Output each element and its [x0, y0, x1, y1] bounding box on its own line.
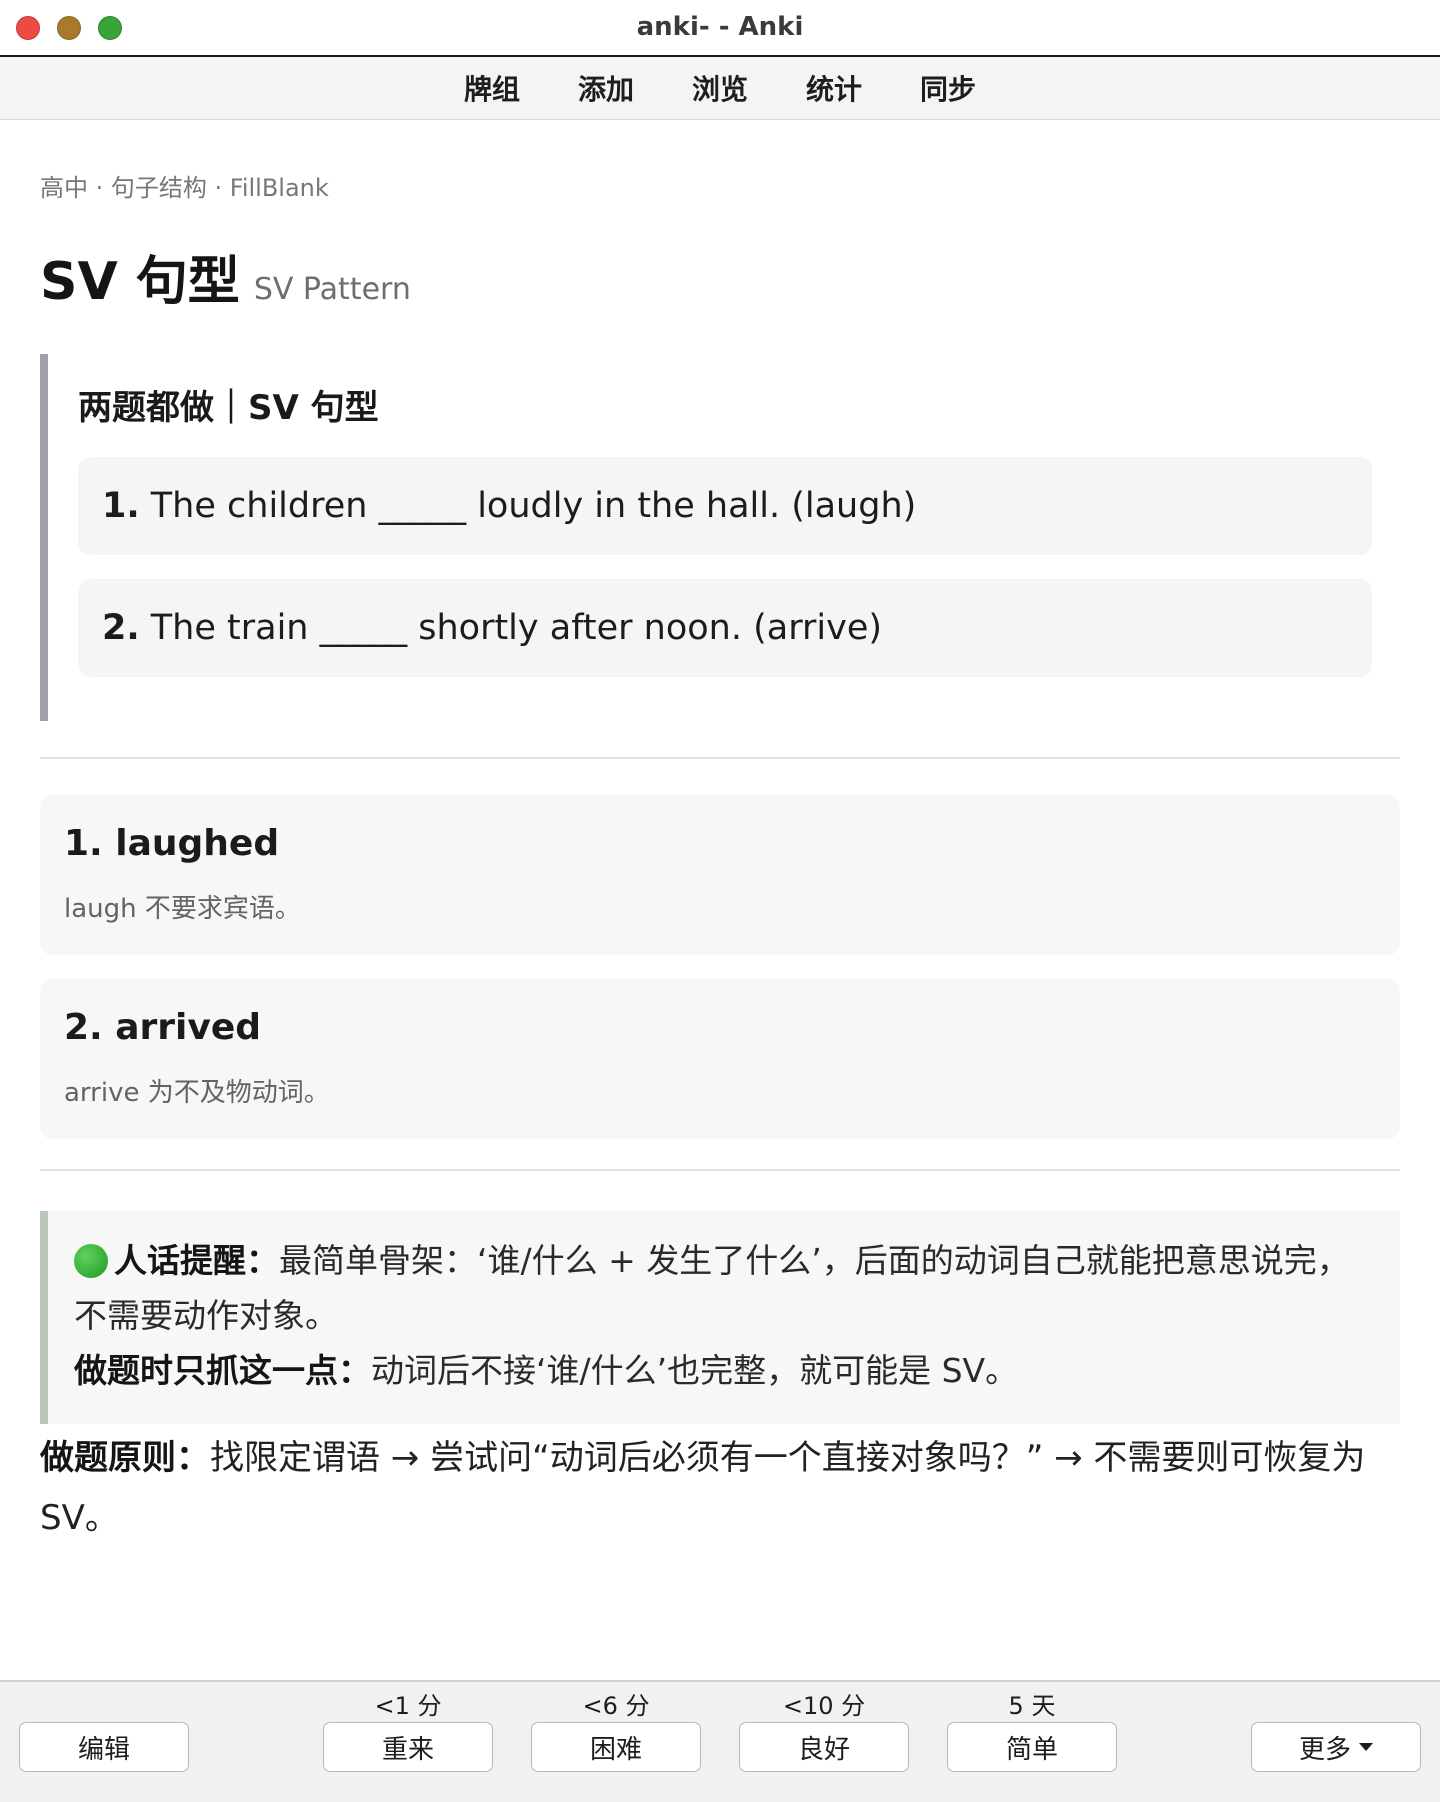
good-button-label: 良好 — [797, 1734, 850, 1765]
principle: 做题原则：找限定谓语 → 尝试问“动词后必须有一个直接对象吗？” → 不需要则可… — [40, 1428, 1400, 1548]
anki-window: anki- - Anki 牌组 添加 浏览 统计 同步 高中 · 句子结构 · … — [0, 0, 1440, 1802]
question-text: The children _____ loudly in the hall. (… — [150, 486, 917, 526]
again-button[interactable]: 重来 — [323, 1722, 493, 1772]
hard-button-label: 困难 — [589, 1734, 642, 1765]
answer-note: laugh 不要求宾语。 — [64, 894, 301, 924]
question-text: The train _____ shortly after noon. (arr… — [150, 608, 883, 648]
hard-button[interactable]: 困难 — [531, 1722, 701, 1772]
main-toolbar: 牌组 添加 浏览 统计 同步 — [0, 57, 1440, 120]
principle-label: 做题原则： — [40, 1438, 210, 1478]
tab-add[interactable]: 添加 — [578, 68, 634, 108]
good-button[interactable]: 良好 — [739, 1722, 909, 1772]
review-bottom-bar: 编辑 <1 分 重来 <6 分 困难 <10 分 良好 5 天 简单 更多 — [0, 1680, 1440, 1802]
answer-title: 1. laughed — [64, 823, 280, 864]
good-interval: <10 分 — [782, 1692, 866, 1720]
question-number: 1. — [102, 486, 140, 526]
question-item: 2. The train _____ shortly after noon. (… — [78, 579, 1372, 677]
principle-text: 找限定谓语 → 尝试问“动词后必须有一个直接对象吗？” → 不需要则可恢复为 S… — [40, 1438, 1366, 1538]
tab-sync[interactable]: 同步 — [920, 68, 976, 108]
easy-button[interactable]: 简单 — [947, 1722, 1117, 1772]
tip-focus-label: 做题时只抓这一点： — [74, 1351, 371, 1390]
tip-focus-text: 动词后不接‘谁/什么’也完整，就可能是 SV。 — [371, 1351, 1019, 1390]
answer-title: 2. arrived — [64, 1007, 262, 1048]
edit-button-label: 编辑 — [77, 1734, 130, 1765]
breadcrumb: 高中 · 句子结构 · FillBlank — [40, 174, 329, 202]
edit-button[interactable]: 编辑 — [19, 1722, 189, 1772]
window-title: anki- - Anki — [636, 12, 804, 42]
card-subtitle: SV Pattern — [253, 272, 411, 307]
tip-divider — [40, 1169, 1400, 1171]
answer-item: 2. arrived arrive 为不及物动词。 — [40, 979, 1400, 1139]
easy-interval: 5 天 — [1008, 1692, 1056, 1720]
more-button[interactable]: 更多 — [1251, 1722, 1421, 1772]
card-content: 高中 · 句子结构 · FillBlank SV 句型 SV Pattern 两… — [0, 168, 1440, 1548]
again-button-label: 重来 — [381, 1734, 434, 1765]
chevron-down-icon — [1359, 1743, 1373, 1751]
green-circle-icon — [74, 1244, 108, 1278]
tab-decks[interactable]: 牌组 — [464, 68, 520, 108]
answer-item: 1. laughed laugh 不要求宾语。 — [40, 795, 1400, 955]
hard-interval: <6 分 — [582, 1692, 650, 1720]
tab-stats[interactable]: 统计 — [806, 68, 862, 108]
question-item: 1. The children _____ loudly in the hall… — [78, 457, 1372, 555]
tip-block: 人话提醒：最简单骨架：‘谁/什么 + 发生了什么’，后面的动词自己就能把意思说完… — [40, 1211, 1400, 1424]
card-title: SV 句型 — [40, 252, 240, 312]
tab-browse[interactable]: 浏览 — [692, 68, 748, 108]
again-interval: <1 分 — [374, 1692, 442, 1720]
question-number: 2. — [102, 608, 140, 648]
card-title-row: SV 句型 SV Pattern — [40, 239, 1400, 314]
answer-note: arrive 为不及物动词。 — [64, 1078, 330, 1108]
easy-button-label: 简单 — [1005, 1734, 1058, 1765]
answer-divider — [40, 757, 1400, 759]
more-button-label: 更多 — [1298, 1734, 1351, 1765]
question-block: 两题都做｜SV 句型 1. The children _____ loudly … — [40, 354, 1400, 721]
question-heading: 两题都做｜SV 句型 — [78, 388, 379, 428]
title-bar: anki- - Anki — [0, 0, 1440, 57]
tip-label: 人话提醒： — [114, 1241, 279, 1280]
